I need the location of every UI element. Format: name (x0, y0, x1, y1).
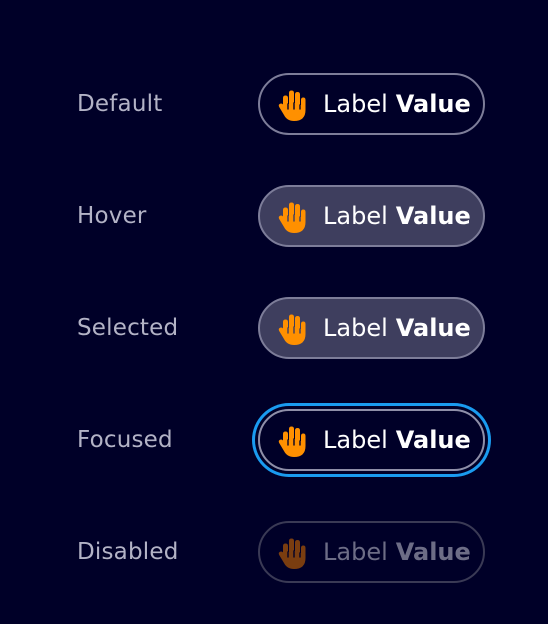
state-label: Default (77, 91, 163, 117)
chip-text: Label Value (323, 187, 471, 245)
hand-stop-icon (278, 90, 306, 121)
chip-label: Label (323, 202, 388, 230)
chip-value: Value (395, 202, 471, 230)
hand-stop-icon (278, 314, 306, 345)
hand-stop-icon (278, 426, 306, 457)
chip-label: Label (323, 90, 388, 118)
chip-label: Label (323, 538, 388, 566)
chip-label: Label (323, 426, 388, 454)
chip-value: Value (395, 314, 471, 342)
state-row-hover: Hover Label Value (0, 184, 548, 248)
chip-hover[interactable]: Label Value (258, 185, 485, 247)
state-row-disabled: Disabled Label Value (0, 520, 548, 584)
chip-label: Label (323, 314, 388, 342)
chip-text: Label Value (323, 411, 471, 469)
chip-selected[interactable]: Label Value (258, 297, 485, 359)
hand-stop-icon (278, 202, 306, 233)
chip-disabled: Label Value (258, 521, 485, 583)
chip-value: Value (395, 538, 471, 566)
state-row-default: Default Label Value (0, 72, 548, 136)
chip-value: Value (395, 426, 471, 454)
chip-default[interactable]: Label Value (258, 73, 485, 135)
state-label: Disabled (77, 539, 179, 565)
state-row-focused: Focused Label Value (0, 408, 548, 472)
state-label: Hover (77, 203, 147, 229)
state-label: Selected (77, 315, 179, 341)
hand-stop-icon (278, 538, 306, 569)
chip-text: Label Value (323, 75, 471, 133)
chip-text: Label Value (323, 523, 471, 581)
chip-focused[interactable]: Label Value (258, 409, 485, 471)
chip-value: Value (395, 90, 471, 118)
state-label: Focused (77, 427, 173, 453)
state-row-selected: Selected Label Value (0, 296, 548, 360)
chip-text: Label Value (323, 299, 471, 357)
